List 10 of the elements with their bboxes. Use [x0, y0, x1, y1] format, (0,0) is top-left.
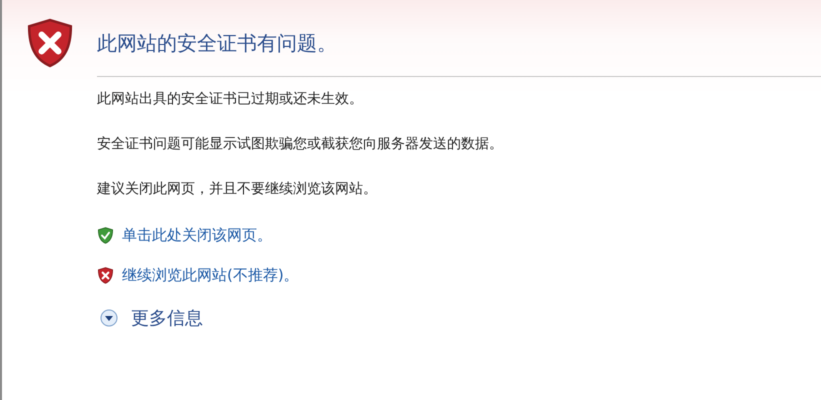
action-link[interactable]: 单击此处关闭该网页。	[122, 226, 272, 245]
message-text: 建议关闭此网页，并且不要继续浏览该网站。	[97, 181, 378, 197]
more-info-link[interactable]: 更多信息	[131, 306, 203, 330]
message-text: 此网站出具的安全证书已过期或还未生效。	[97, 91, 364, 107]
expand-icon[interactable]	[100, 309, 118, 327]
page-title: 此网站的安全证书有问题。	[97, 30, 337, 56]
message-text: 安全证书问题可能显示试图欺骗您或截获您向服务器发送的数据。	[97, 136, 504, 152]
check-shield-icon	[97, 227, 114, 244]
action-link[interactable]: 继续浏览此网站(不推荐)。	[122, 266, 299, 285]
error-shield-icon	[97, 267, 114, 284]
